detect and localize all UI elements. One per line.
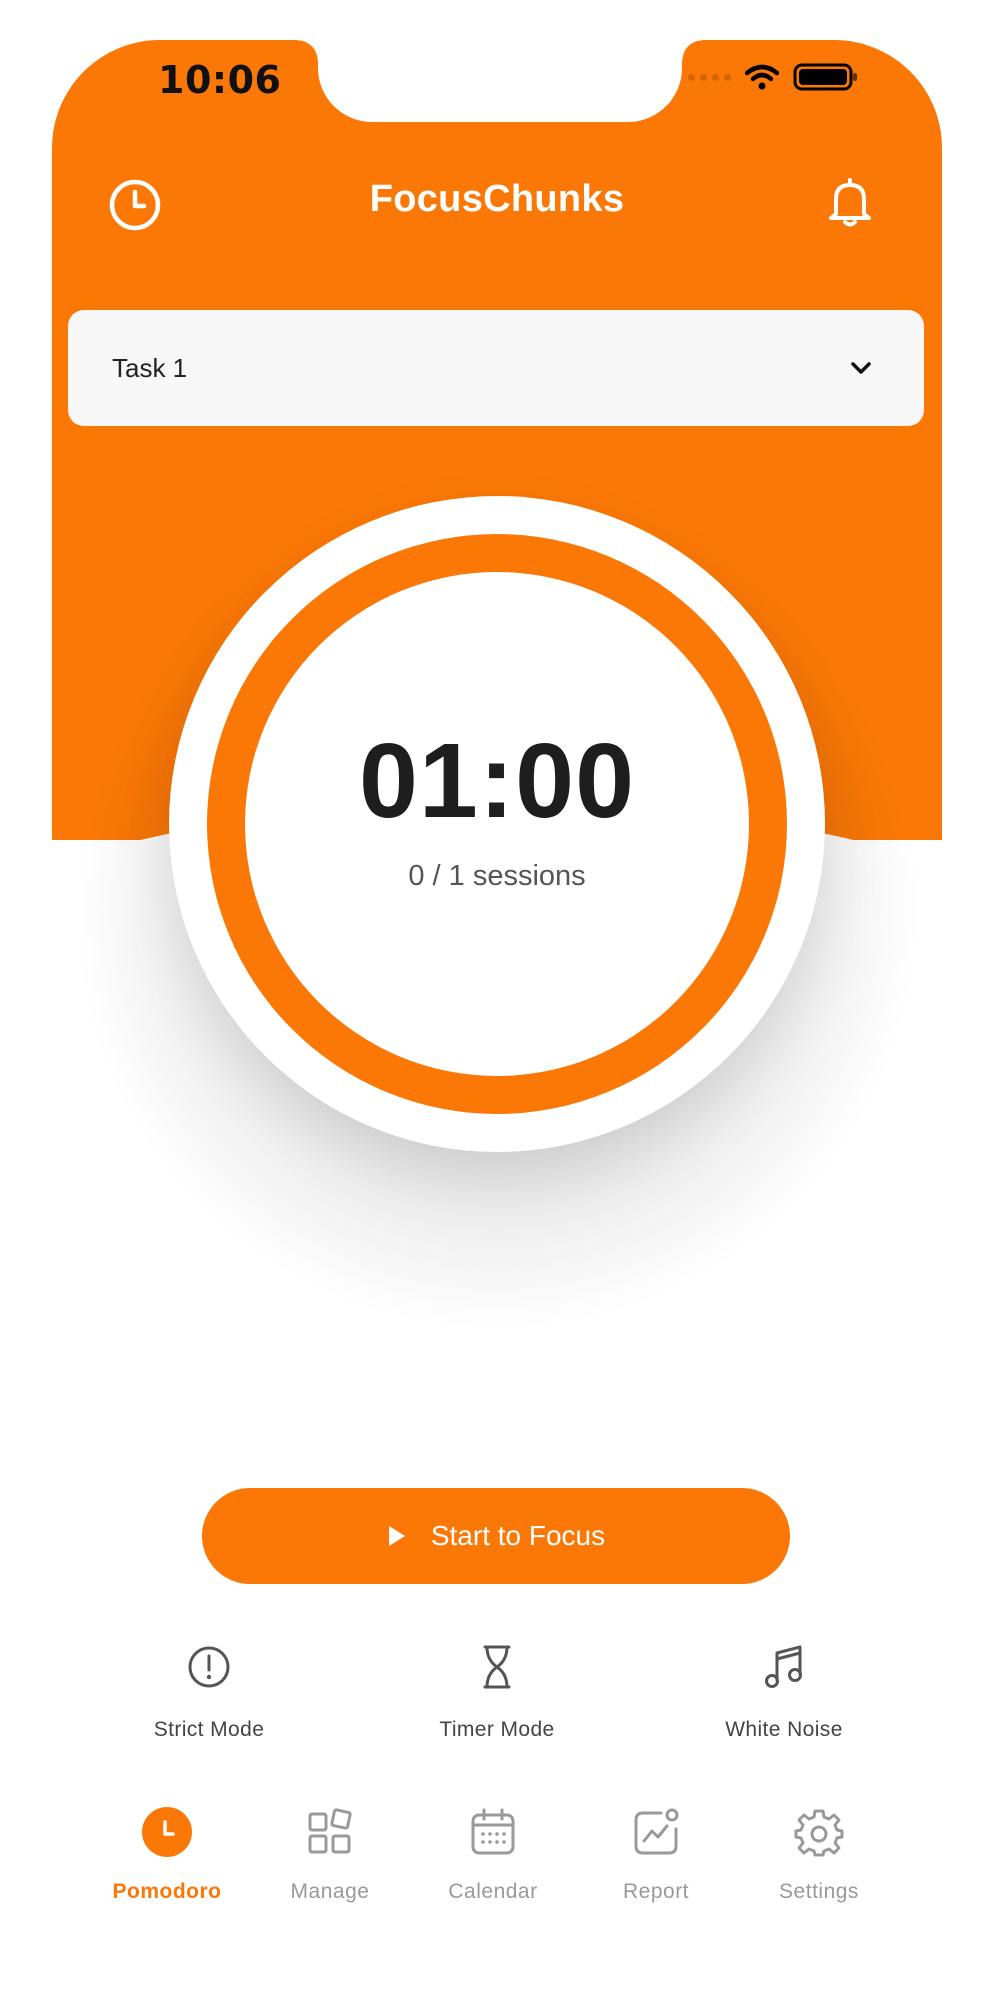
tab-settings[interactable]: Settings	[739, 1804, 899, 1904]
device-notch	[298, 40, 702, 122]
white-noise-label: White Noise	[725, 1718, 843, 1741]
tab-pomodoro[interactable]: Pomodoro	[87, 1804, 247, 1904]
tab-calendar[interactable]: Calendar	[413, 1804, 573, 1904]
timer-mode-button[interactable]: Timer Mode	[387, 1640, 607, 1742]
wifi-icon	[745, 64, 779, 90]
tab-settings-label: Settings	[779, 1880, 859, 1903]
white-noise-button[interactable]: White Noise	[674, 1640, 894, 1742]
clock-icon	[142, 1807, 192, 1857]
task-dropdown[interactable]: Task 1	[68, 310, 924, 426]
strict-mode-button[interactable]: Strict Mode	[99, 1640, 319, 1742]
tab-calendar-label: Calendar	[448, 1880, 538, 1903]
grid-icon	[308, 1808, 352, 1854]
timer-value: 01:00	[358, 721, 636, 840]
task-selected-label: Task 1	[112, 352, 188, 383]
status-icons	[688, 62, 859, 92]
chevron-down-icon	[851, 362, 871, 374]
tab-manage[interactable]: Manage	[250, 1804, 410, 1904]
music-note-icon	[765, 1645, 802, 1688]
timer-face: 01:00 0 / 1 sessions	[245, 572, 749, 1076]
alert-circle-icon	[188, 1646, 230, 1688]
start-focus-label: Start to Focus	[430, 1520, 606, 1551]
hourglass-icon	[483, 1645, 511, 1689]
battery-icon	[793, 63, 857, 91]
timer-mode-label: Timer Mode	[439, 1718, 555, 1741]
tab-report[interactable]: Report	[576, 1804, 736, 1904]
chart-icon	[634, 1808, 679, 1855]
tab-report-label: Report	[622, 1880, 690, 1903]
play-icon	[388, 1526, 405, 1546]
status-time: 10:06	[158, 58, 282, 102]
pomodoro-screen: 10:06 FocusChunks Task 1 01:00 0 / 1 ses…	[0, 0, 994, 2007]
strict-mode-label: Strict Mode	[153, 1718, 265, 1741]
calendar-icon	[471, 1808, 515, 1855]
gear-icon	[794, 1809, 844, 1857]
tab-pomodoro-label: Pomodoro	[112, 1880, 222, 1903]
tab-manage-label: Manage	[290, 1880, 370, 1903]
signal-dots-icon	[688, 73, 731, 81]
session-counter: 0 / 1 sessions	[408, 859, 586, 892]
start-focus-button[interactable]: Start to Focus	[202, 1488, 790, 1584]
bell-icon[interactable]	[826, 176, 874, 228]
